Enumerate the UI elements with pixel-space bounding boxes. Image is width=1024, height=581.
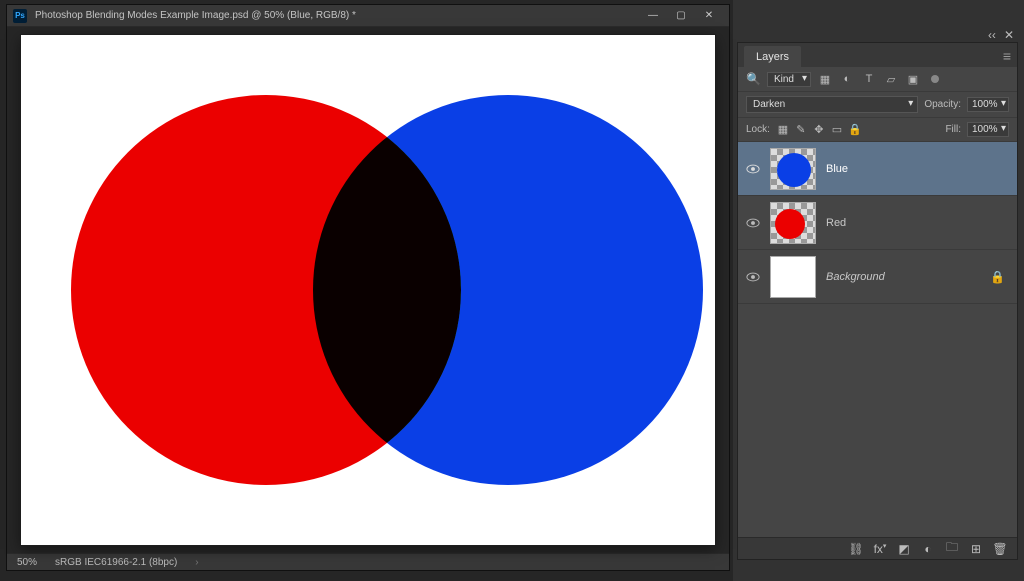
- lock-all-icon[interactable]: 🔒: [848, 123, 862, 137]
- panel-group-controls: ‹‹ ✕: [737, 28, 1018, 42]
- blue-circle-shape: [313, 95, 703, 485]
- blend-opacity-row: Darken Opacity: 100%: [738, 92, 1017, 118]
- lock-transparency-icon[interactable]: ▦: [776, 123, 790, 137]
- visibility-toggle-icon[interactable]: [746, 272, 760, 282]
- canvas[interactable]: [21, 35, 715, 545]
- lock-pixels-icon[interactable]: ✎: [794, 123, 808, 137]
- lock-fill-row: Lock: ▦ ✎ ✥ ▭ 🔒 Fill: 100%: [738, 118, 1017, 142]
- filter-pixel-icon[interactable]: ▦: [817, 71, 833, 87]
- status-color-profile[interactable]: sRGB IEC61966-2.1 (8bpc): [55, 557, 177, 568]
- layer-thumbnail[interactable]: [770, 256, 816, 298]
- layers-panel: Layers ≡ 🔍 Kind ▦ ◐ T ▱ ▣ Darken Opacity…: [737, 42, 1018, 560]
- layer-name-label[interactable]: Background: [826, 271, 980, 283]
- adjustment-layer-icon[interactable]: ◐: [919, 542, 937, 556]
- filter-smartobject-icon[interactable]: ▣: [905, 71, 921, 87]
- lock-icon[interactable]: 🔒: [990, 270, 1009, 284]
- layer-name-label[interactable]: Blue: [826, 163, 1009, 175]
- lock-artboard-icon[interactable]: ▭: [830, 123, 844, 137]
- layer-item-red[interactable]: Red: [738, 196, 1017, 250]
- panel-tabbar: Layers ≡: [738, 43, 1017, 67]
- maximize-button[interactable]: ▢: [667, 6, 695, 26]
- group-layers-icon[interactable]: 🗀: [943, 538, 961, 559]
- delete-layer-icon[interactable]: 🗑: [991, 542, 1009, 556]
- document-statusbar: 50% sRGB IEC61966-2.1 (8bpc) ›: [7, 553, 729, 570]
- window-controls: ― ▢ ✕: [639, 6, 723, 26]
- filter-shape-icon[interactable]: ▱: [883, 71, 899, 87]
- document-titlebar[interactable]: Ps Photoshop Blending Modes Example Imag…: [7, 5, 729, 27]
- collapse-panel-icon[interactable]: ‹‹: [988, 28, 996, 42]
- document-window: Ps Photoshop Blending Modes Example Imag…: [6, 4, 730, 571]
- layer-filter-row: 🔍 Kind ▦ ◐ T ▱ ▣: [738, 67, 1017, 92]
- close-button[interactable]: ✕: [695, 6, 723, 26]
- layers-panel-footer: ⛓ fx▾ ◩ ◐ 🗀 ⊞ 🗑: [738, 537, 1017, 559]
- filter-kind-dropdown[interactable]: Kind: [767, 72, 811, 87]
- opacity-input[interactable]: 100%: [967, 97, 1009, 112]
- layer-item-blue[interactable]: Blue: [738, 142, 1017, 196]
- tab-layers[interactable]: Layers: [744, 46, 801, 67]
- lock-position-icon[interactable]: ✥: [812, 123, 826, 137]
- filter-toggle-icon[interactable]: [927, 71, 943, 87]
- blend-mode-dropdown[interactable]: Darken: [746, 96, 918, 113]
- layer-name-label[interactable]: Red: [826, 217, 1009, 229]
- lock-icons-group: ▦ ✎ ✥ ▭ 🔒: [776, 123, 862, 137]
- filter-type-icon[interactable]: T: [861, 71, 877, 87]
- document-title: Photoshop Blending Modes Example Image.p…: [35, 10, 631, 21]
- status-zoom[interactable]: 50%: [17, 557, 37, 568]
- lock-label: Lock:: [746, 124, 770, 135]
- layer-style-icon[interactable]: fx▾: [871, 542, 889, 556]
- status-chevron-icon[interactable]: ›: [195, 557, 198, 568]
- panel-menu-icon[interactable]: ≡: [1003, 48, 1011, 67]
- close-panel-group-icon[interactable]: ✕: [1004, 28, 1014, 42]
- layer-list: Blue Red Background 🔒: [738, 142, 1017, 537]
- search-icon[interactable]: 🔍: [746, 72, 761, 86]
- fill-label: Fill:: [945, 124, 961, 135]
- canvas-viewport[interactable]: [7, 27, 729, 553]
- opacity-label: Opacity:: [924, 99, 961, 110]
- fill-input[interactable]: 100%: [967, 122, 1009, 137]
- visibility-toggle-icon[interactable]: [746, 218, 760, 228]
- visibility-toggle-icon[interactable]: [746, 164, 760, 174]
- layer-item-background[interactable]: Background 🔒: [738, 250, 1017, 304]
- layer-mask-icon[interactable]: ◩: [895, 542, 913, 556]
- layer-thumbnail[interactable]: [770, 148, 816, 190]
- filter-adjustment-icon[interactable]: ◐: [839, 71, 855, 87]
- minimize-button[interactable]: ―: [639, 6, 667, 26]
- workspace-area: Ps Photoshop Blending Modes Example Imag…: [0, 0, 733, 581]
- new-layer-icon[interactable]: ⊞: [967, 542, 985, 556]
- layer-thumbnail[interactable]: [770, 202, 816, 244]
- link-layers-icon[interactable]: ⛓: [847, 542, 865, 556]
- photoshop-app-icon: Ps: [13, 9, 27, 23]
